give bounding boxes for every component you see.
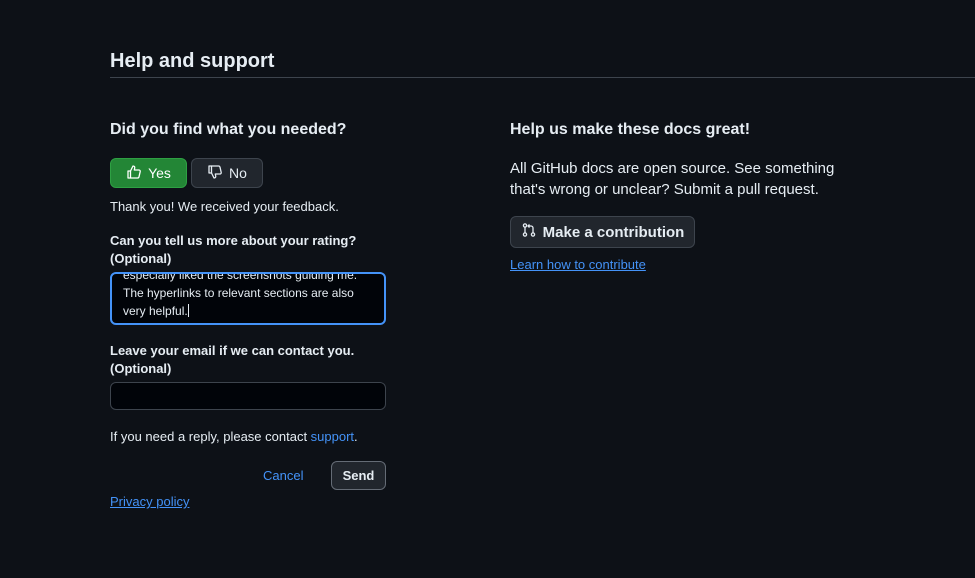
feedback-question: Did you find what you needed? xyxy=(110,121,347,138)
privacy-policy-link[interactable]: Privacy policy xyxy=(110,494,189,509)
no-button[interactable]: No xyxy=(191,158,263,188)
thumbs-up-icon xyxy=(126,164,142,183)
make-contribution-button[interactable]: Make a contribution xyxy=(510,216,695,248)
reply-prefix: If you need a reply, please contact xyxy=(110,429,311,444)
rating-line: The hyperlinks to relevant sections are … xyxy=(123,286,354,300)
title-divider xyxy=(110,77,975,78)
email-input[interactable] xyxy=(110,382,386,410)
thumbs-down-icon xyxy=(207,164,223,183)
feedback-form: Did you find what you needed? Yes No Tha… xyxy=(110,120,386,509)
thanks-message: Thank you! We received your feedback. xyxy=(110,199,339,214)
no-label: No xyxy=(229,165,247,181)
reply-suffix: . xyxy=(354,429,358,444)
email-label: Leave your email if we can contact you. … xyxy=(110,343,355,376)
rating-line: especially liked the screenshots guiding… xyxy=(123,272,358,282)
reply-note: If you need a reply, please contact supp… xyxy=(110,429,358,444)
make-contribution-label: Make a contribution xyxy=(542,223,685,241)
vote-buttons: Yes No xyxy=(110,158,263,188)
yes-button[interactable]: Yes xyxy=(110,158,187,188)
contribute-panel: Help us make these docs great! All GitHu… xyxy=(510,120,840,272)
text-caret xyxy=(187,304,189,317)
section-title: Help and support xyxy=(110,50,275,72)
send-button[interactable]: Send xyxy=(331,461,386,490)
contribute-heading: Help us make these docs great! xyxy=(510,121,751,138)
support-link[interactable]: support xyxy=(311,429,354,444)
cancel-button[interactable]: Cancel xyxy=(263,468,303,483)
rating-textarea[interactable]: especially liked the screenshots guiding… xyxy=(110,272,386,325)
rating-text: especially liked the screenshots guiding… xyxy=(123,272,379,320)
rating-line: very helpful. xyxy=(123,304,188,318)
yes-label: Yes xyxy=(148,165,171,181)
learn-contribute-link[interactable]: Learn how to contribute xyxy=(510,257,646,272)
rating-line-last: very helpful. xyxy=(123,302,379,320)
git-pull-request-icon xyxy=(521,222,537,242)
rating-label: Can you tell us more about your rating? … xyxy=(110,233,357,266)
contribute-description: All GitHub docs are open source. See som… xyxy=(510,160,835,198)
